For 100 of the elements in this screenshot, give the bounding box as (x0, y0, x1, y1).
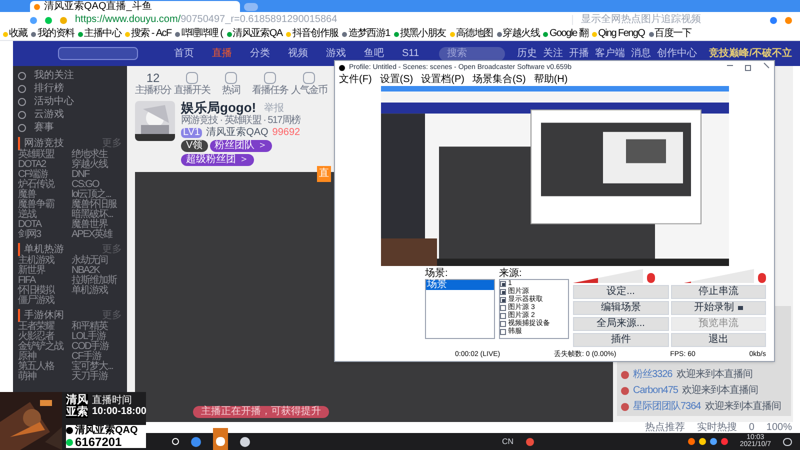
ime-indicator[interactable]: CN (502, 436, 514, 448)
obs-button[interactable]: 编辑场景 (573, 301, 668, 315)
checkbox[interactable] (500, 329, 506, 335)
category-link[interactable]: 穿越火线 (72, 160, 108, 170)
category-link[interactable]: 炉石传说 (18, 180, 54, 190)
nav-link[interactable]: 分类 (250, 48, 270, 58)
category-link[interactable]: DNF (72, 170, 90, 180)
nav-link[interactable]: S11 (402, 48, 420, 58)
category-link[interactable]: 绝地求生 (72, 150, 108, 160)
category-link[interactable]: DOTA (18, 220, 42, 230)
category-link[interactable]: 火影忍者 (18, 332, 54, 342)
category-link[interactable]: FIFA (18, 276, 36, 286)
search-field[interactable]: 搜索 (439, 46, 506, 60)
bookmark-link[interactable]: 摸黑小朋友 (400, 29, 446, 39)
checkbox[interactable] (500, 321, 506, 327)
status-item[interactable]: 100% (766, 422, 792, 432)
category-link[interactable]: 第五人格 (18, 362, 54, 372)
sidebar-item[interactable]: 我的关注 (34, 70, 74, 82)
nav-link[interactable]: 视频 (288, 48, 308, 58)
category-link[interactable]: APEX英雄 (72, 230, 112, 240)
category-link[interactable]: 主机游戏 (18, 256, 54, 266)
chat-user[interactable]: Carbon475 (633, 386, 678, 396)
category-link[interactable]: 魔兽世界 (72, 220, 108, 230)
search-field[interactable]: 显示全网热点图片追踪视频 (572, 15, 762, 25)
category-link[interactable]: 英雄联盟 (18, 150, 54, 160)
address-field[interactable]: https://www.douyu.com/90750497_r=0.6185891290015864 (75, 15, 564, 25)
nav-link[interactable]: 首页 (174, 48, 194, 58)
browser-tab[interactable]: 清风亚索QAQ直播_斗鱼 (30, 1, 240, 12)
bookmark-link[interactable]: Qing FengQ (598, 29, 645, 39)
bookmark-link[interactable]: 哔哩哔哩 ( (181, 29, 223, 39)
notice-pill[interactable]: 主播正在开播，可获得提升 (193, 406, 329, 418)
category-link[interactable]: 逆战 (18, 210, 36, 220)
header-action[interactable]: 开播 (569, 48, 590, 58)
stat-label[interactable]: 直播开关 (174, 86, 210, 96)
category-link[interactable]: 天刀手游 (72, 372, 108, 382)
category-link[interactable]: lol云顶之... (72, 190, 111, 200)
side-tab[interactable]: 直 (317, 166, 331, 182)
category-link[interactable]: 永劫无间 (72, 256, 108, 266)
category-link[interactable]: 王者荣耀 (18, 322, 54, 332)
sidebar-item[interactable]: 赛事 (34, 122, 54, 134)
header-action[interactable]: 关注 (543, 48, 564, 58)
category-link[interactable]: 暗黑破坏... (72, 210, 113, 220)
sidebar-item[interactable]: 云游戏 (34, 109, 64, 121)
category-link[interactable]: 拉斯维加斯 (72, 276, 116, 286)
bookmark-link[interactable]: 收藏 (9, 29, 28, 39)
chat-user[interactable]: 星际团团队7364 (633, 402, 701, 412)
bookmark-link[interactable]: 造梦西游1 (348, 29, 390, 39)
bookmark-link[interactable]: Google 翻 (549, 29, 588, 39)
category-link[interactable]: 原神 (18, 352, 36, 362)
bookmark-link[interactable]: 清风亚索QA (232, 29, 282, 39)
header-action[interactable]: 客户端 (595, 48, 626, 58)
category-link[interactable]: 魔兽 (18, 190, 36, 200)
sidebar-item[interactable]: 排行榜 (34, 83, 64, 95)
menu-item[interactable]: 设置(S) (380, 75, 414, 85)
nav-link[interactable]: 游戏 (326, 48, 346, 58)
category-link[interactable]: 怀旧模拟 (18, 286, 54, 296)
bookmark-link[interactable]: 搜索 - AcF (131, 29, 172, 39)
bookmark-link[interactable]: 我的资料 (37, 29, 74, 39)
stat-label[interactable]: 主播积分 (135, 86, 171, 96)
header-action[interactable]: 消息 (631, 48, 652, 58)
obs-button[interactable]: 设定... (573, 285, 668, 299)
header-action[interactable]: 创作中心 (657, 48, 698, 58)
obs-button[interactable]: 开始录制 (670, 301, 766, 315)
report-link[interactable]: 举报 (264, 104, 284, 114)
category-link[interactable]: 单机游戏 (72, 286, 108, 296)
chat-user[interactable]: 粉丝3326 (633, 370, 672, 380)
category-link[interactable]: 魔兽怀旧服 (72, 200, 116, 210)
stat-label[interactable]: 看播任务 (252, 86, 288, 96)
category-link[interactable]: 金铲铲之战 (18, 342, 63, 352)
stat-label[interactable]: 热词 (213, 86, 249, 96)
checkbox[interactable] (500, 305, 506, 311)
tag-button[interactable]: 粉丝团队 ＞ (210, 140, 272, 152)
category-link[interactable]: CF端游 (18, 170, 48, 180)
obs-button[interactable]: 停止串流 (670, 285, 766, 299)
checkbox[interactable] (500, 289, 506, 295)
category-link[interactable]: 僵尸游戏 (18, 296, 54, 306)
tag-button[interactable]: 超级粉丝团 ＞ (181, 154, 254, 166)
category-link[interactable]: 萌神 (18, 372, 36, 382)
category-link[interactable]: CS:GO (72, 180, 99, 190)
checkbox[interactable] (500, 281, 506, 287)
checkbox[interactable] (500, 313, 506, 319)
checkbox[interactable] (500, 297, 506, 303)
category-link[interactable]: 和平精英 (72, 322, 108, 332)
category-link[interactable]: COD手游 (72, 342, 109, 352)
obs-button[interactable]: 全局来源... (573, 317, 668, 331)
sidebar-item[interactable]: 活动中心 (34, 96, 74, 108)
scene-item[interactable]: 场景 (426, 280, 494, 290)
menu-item[interactable]: 文件(F) (339, 75, 372, 85)
menu-item[interactable]: 帮助(H) (534, 75, 568, 85)
status-item[interactable]: 实时热搜 (696, 422, 737, 432)
category-link[interactable]: 新世界 (18, 266, 45, 276)
category-link[interactable]: 魔兽争霸 (18, 200, 54, 210)
menu-item[interactable]: 场景集合(S) (472, 75, 526, 85)
obs-button[interactable]: 退出 (670, 333, 766, 347)
tag-button[interactable]: V领 (181, 140, 208, 152)
header-action[interactable]: 历史 (517, 48, 538, 58)
status-item[interactable]: 热点推荐 (644, 422, 685, 432)
nav-link[interactable]: 直播 (212, 48, 232, 58)
category-link[interactable]: DOTA2 (18, 160, 46, 170)
category-link[interactable]: NBA2K (72, 266, 100, 276)
